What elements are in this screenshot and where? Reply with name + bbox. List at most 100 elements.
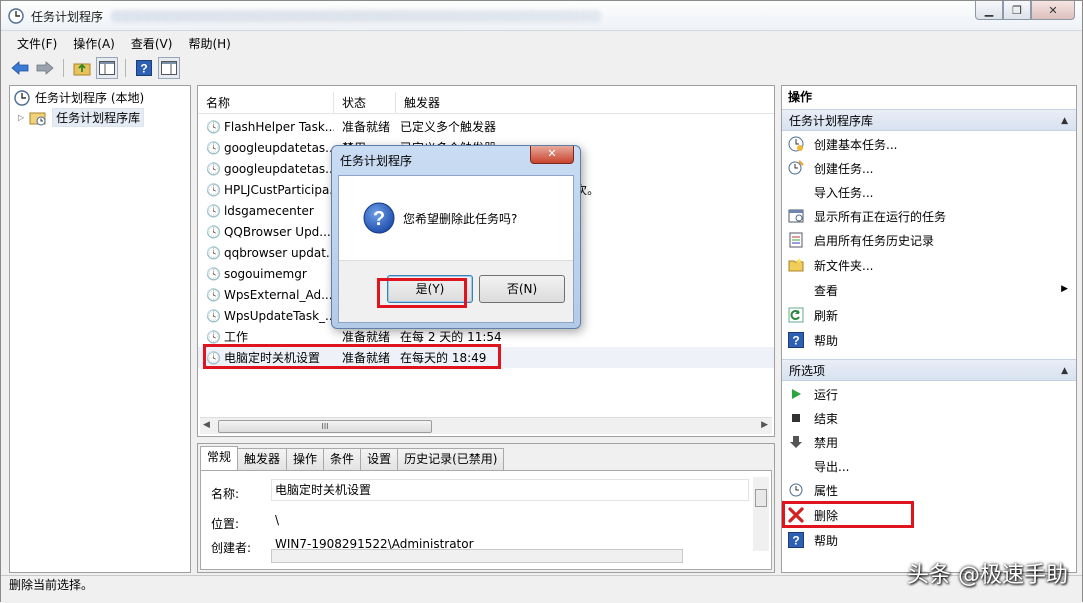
- history-icon: [788, 232, 804, 248]
- up-folder-button[interactable]: [71, 57, 93, 79]
- minimize-button[interactable]: ▁: [975, 1, 1003, 20]
- action-refresh[interactable]: 刷新: [788, 305, 838, 325]
- clock-icon: [14, 89, 30, 106]
- delete-x-icon: [788, 507, 804, 523]
- table-row-selected[interactable]: 🕓 电脑定时关机设置 准备就绪 在每天的 18:49: [198, 347, 774, 368]
- status-text: 删除当前选择。: [9, 578, 94, 592]
- table-row[interactable]: 🕓 FlashHelper Task... 准备就绪 已定义多个触发器: [198, 116, 774, 137]
- tree-library[interactable]: ▷ 任务计划程序库: [18, 108, 145, 127]
- task-trigger: 在每天的 18:49: [400, 351, 487, 365]
- watermark: 头条 @极速手助: [907, 563, 1068, 588]
- scroll-right-arrow-icon[interactable]: ▶: [761, 420, 768, 430]
- column-status[interactable]: 状态: [334, 92, 396, 114]
- close-button[interactable]: ✕: [1031, 1, 1075, 20]
- restore-button[interactable]: ❐: [1003, 1, 1031, 20]
- task-name: FlashHelper Task...: [223, 119, 334, 134]
- tab-actions[interactable]: 操作: [286, 448, 325, 470]
- collapse-icon[interactable]: ▲: [1061, 110, 1068, 132]
- tab-conditions[interactable]: 条件: [323, 448, 362, 470]
- dialog-close-button[interactable]: ✕: [530, 146, 574, 164]
- action-new-folder[interactable]: 新文件夹...: [788, 255, 873, 275]
- author-label: 创建者:: [211, 541, 252, 555]
- action-properties[interactable]: 属性: [788, 480, 838, 500]
- show-hide-action-pane-button[interactable]: [158, 57, 180, 79]
- task-name: googleupdatetas...: [223, 140, 334, 155]
- tab-history[interactable]: 历史记录(已禁用): [397, 448, 505, 470]
- action-disable[interactable]: 禁用: [788, 432, 838, 452]
- name-field[interactable]: 电脑定时关机设置: [271, 479, 749, 501]
- task-name: 工作: [223, 330, 248, 344]
- action-export[interactable]: 导出...: [788, 456, 849, 476]
- close-icon: ✕: [1048, 3, 1058, 17]
- no-button[interactable]: 否(N): [479, 275, 565, 303]
- yes-button[interactable]: 是(Y): [387, 275, 473, 303]
- back-button[interactable]: [9, 57, 31, 79]
- action-run[interactable]: 运行: [788, 384, 838, 404]
- dialog-footer: 是(Y) 否(N): [339, 260, 573, 322]
- window-title: 任务计划程序: [31, 10, 104, 24]
- export-icon: [788, 458, 804, 474]
- scroll-thumb-grip: III: [321, 422, 329, 431]
- action-pane-icon: [161, 61, 177, 75]
- folder-up-icon: [73, 63, 91, 76]
- action-import-task[interactable]: 导入任务...: [788, 182, 873, 202]
- menu-file[interactable]: 文件(F): [9, 35, 65, 52]
- tab-general[interactable]: 常规: [200, 446, 239, 470]
- menu-action[interactable]: 操作(A): [65, 35, 123, 52]
- section-task-library[interactable]: 任务计划程序库 ▲: [782, 109, 1076, 131]
- tab-settings[interactable]: 设置: [360, 448, 399, 470]
- action-view[interactable]: 查看 ▶: [788, 280, 1070, 300]
- scroll-thumb[interactable]: III: [218, 420, 432, 433]
- task-clock-icon: 🕓: [206, 350, 221, 365]
- forward-button[interactable]: [34, 57, 56, 79]
- tree-library-label: 任务计划程序库: [52, 108, 145, 127]
- new-folder-icon: [788, 257, 804, 273]
- menu-view[interactable]: 查看(V): [123, 35, 181, 52]
- view-icon: [788, 282, 804, 298]
- action-label: 创建任务...: [814, 161, 874, 176]
- scroll-left-arrow-icon[interactable]: ◀: [203, 420, 210, 430]
- scroll-thumb[interactable]: [755, 489, 767, 507]
- action-create-basic-task[interactable]: 创建基本任务...: [788, 134, 897, 154]
- show-hide-console-tree-button[interactable]: [96, 57, 118, 79]
- task-clock-icon: 🕓: [206, 245, 221, 260]
- task-trigger: 已定义多个触发器: [400, 120, 497, 134]
- action-label: 删除: [814, 508, 839, 523]
- action-label: 禁用: [814, 435, 839, 450]
- help-button[interactable]: ?: [133, 57, 155, 79]
- column-trigger[interactable]: 触发器: [396, 92, 774, 114]
- task-status: 准备就绪: [342, 351, 391, 365]
- section-selected-item[interactable]: 所选项 ▲: [782, 359, 1076, 381]
- running-tasks-icon: [788, 208, 804, 224]
- detail-vertical-scrollbar[interactable]: [753, 477, 769, 551]
- close-icon: ✕: [547, 147, 557, 160]
- expand-arrow-icon[interactable]: ▷: [18, 113, 24, 122]
- action-label: 刷新: [814, 308, 839, 323]
- svg-text:?: ?: [792, 334, 799, 348]
- task-clock-icon: 🕓: [206, 182, 221, 197]
- forward-arrow-icon: [36, 61, 54, 75]
- horizontal-scrollbar[interactable]: ◀ III ▶: [200, 417, 772, 434]
- tree-root[interactable]: 任务计划程序 (本地): [14, 89, 144, 106]
- title-bar: 任务计划程序 ▁ ❐ ✕: [1, 1, 1082, 31]
- action-show-running-tasks[interactable]: 显示所有正在运行的任务: [788, 206, 946, 226]
- action-create-task[interactable]: 创建任务...: [788, 158, 873, 178]
- confirm-delete-dialog: 任务计划程序 ✕ ? 您希望删除此任务吗? 是(Y) 否(N): [331, 145, 581, 329]
- action-end[interactable]: 结束: [788, 408, 838, 428]
- action-label: 新文件夹...: [814, 258, 874, 273]
- action-enable-history[interactable]: 启用所有任务历史记录: [788, 230, 934, 250]
- menu-help[interactable]: 帮助(H): [180, 35, 238, 52]
- collapse-icon[interactable]: ▲: [1061, 360, 1068, 382]
- detail-horizontal-scrollbar[interactable]: [271, 549, 683, 563]
- dialog-body: ? 您希望删除此任务吗? 是(Y) 否(N): [338, 175, 574, 323]
- action-delete[interactable]: 删除: [788, 505, 838, 525]
- task-status: 准备就绪: [342, 330, 391, 344]
- column-headers: 名称 状态 触发器: [198, 92, 774, 114]
- action-help[interactable]: ? 帮助: [788, 330, 838, 350]
- tab-triggers[interactable]: 触发器: [237, 448, 288, 470]
- column-name[interactable]: 名称: [198, 92, 334, 114]
- action-help-selected[interactable]: ? 帮助: [788, 530, 838, 550]
- detail-tabs: 常规 触发器 操作 条件 设置 历史记录(已禁用): [200, 446, 505, 470]
- table-row[interactable]: 🕓 工作 准备就绪 在每 2 天的 11:54: [198, 326, 774, 347]
- properties-clock-icon: [788, 482, 804, 498]
